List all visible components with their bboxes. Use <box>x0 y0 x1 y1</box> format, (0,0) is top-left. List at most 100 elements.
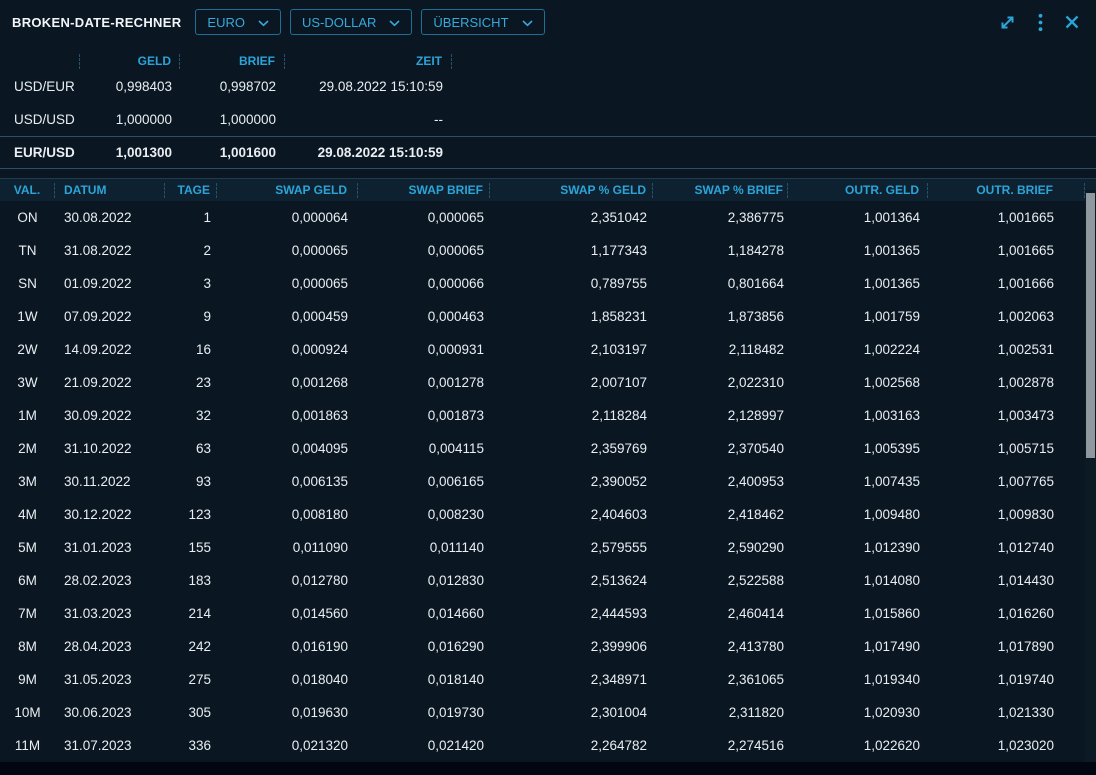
swap-pct-geld-cell: 2,351042 <box>490 210 653 225</box>
outr-geld-cell: 1,001365 <box>788 243 928 258</box>
table-row[interactable]: 6M 28.02.2023 183 0,012780 0,012830 2,51… <box>0 564 1096 597</box>
tage-cell: 336 <box>165 738 217 753</box>
swap-geld-cell: 0,012780 <box>217 573 358 588</box>
outr-brief-cell: 1,023020 <box>928 738 1085 753</box>
table-row[interactable]: 2M 31.10.2022 63 0,004095 0,004115 2,359… <box>0 432 1096 465</box>
swap-brief-cell: 0,019730 <box>358 705 490 720</box>
header-outr-brief: OUTR. BRIEF <box>928 183 1085 198</box>
table-row[interactable]: SN 01.09.2022 3 0,000065 0,000066 0,7897… <box>0 267 1096 300</box>
swap-pct-geld-cell: 2,348971 <box>490 672 653 687</box>
rates-table: GELD BRIEF ZEIT USD/EUR 0,998403 0,99870… <box>0 52 1096 169</box>
table-row[interactable]: 5M 31.01.2023 155 0,011090 0,011140 2,57… <box>0 531 1096 564</box>
zeit-cell: 29.08.2022 15:10:59 <box>285 145 452 160</box>
swap-geld-cell: 0,006135 <box>217 474 358 489</box>
outr-brief-cell: 1,014430 <box>928 573 1085 588</box>
val-cell: 7M <box>0 606 55 621</box>
swap-pct-geld-cell: 2,007107 <box>490 375 653 390</box>
header-swap-pct-geld: SWAP % GELD <box>490 183 653 198</box>
swap-pct-geld-cell: 2,579555 <box>490 540 653 555</box>
table-row[interactable]: TN 31.08.2022 2 0,000065 0,000065 1,1773… <box>0 234 1096 267</box>
outr-geld-cell: 1,015860 <box>788 606 928 621</box>
swap-brief-cell: 0,001873 <box>358 408 490 423</box>
tage-cell: 63 <box>165 441 217 456</box>
rates-row[interactable]: USD/EUR 0,998403 0,998702 29.08.2022 15:… <box>0 70 1096 103</box>
outr-brief-cell: 1,002063 <box>928 309 1085 324</box>
swap-pct-geld-cell: 2,399906 <box>490 639 653 654</box>
swap-brief-cell: 0,008230 <box>358 507 490 522</box>
table-row[interactable]: 11M 31.07.2023 336 0,021320 0,021420 2,2… <box>0 729 1096 762</box>
val-cell: 8M <box>0 639 55 654</box>
table-row[interactable]: 8M 28.04.2023 242 0,016190 0,016290 2,39… <box>0 630 1096 663</box>
swap-brief-cell: 0,012830 <box>358 573 490 588</box>
swap-geld-cell: 0,004095 <box>217 441 358 456</box>
swap-pct-geld-cell: 2,118284 <box>490 408 653 423</box>
tage-cell: 9 <box>165 309 217 324</box>
datum-cell: 01.09.2022 <box>55 276 165 291</box>
swap-pct-brief-cell: 2,118482 <box>653 342 788 357</box>
swap-brief-cell: 0,000065 <box>358 243 490 258</box>
rates-row[interactable]: USD/USD 1,000000 1,000000 -- <box>0 103 1096 136</box>
outr-brief-cell: 1,016260 <box>928 606 1085 621</box>
swap-pct-brief-cell: 2,370540 <box>653 441 788 456</box>
dropdown-group: EURO US-DOLLAR ÜBERSICHT <box>195 9 544 35</box>
val-cell: 1W <box>0 309 55 324</box>
table-row[interactable]: 4M 30.12.2022 123 0,008180 0,008230 2,40… <box>0 498 1096 531</box>
swap-pct-brief-cell: 2,418462 <box>653 507 788 522</box>
tage-cell: 93 <box>165 474 217 489</box>
swap-geld-cell: 0,000459 <box>217 309 358 324</box>
header-swap-pct-brief: SWAP % BRIEF <box>653 183 788 198</box>
outr-geld-cell: 1,017490 <box>788 639 928 654</box>
outr-brief-cell: 1,009830 <box>928 507 1085 522</box>
scrollbar-thumb[interactable] <box>1086 193 1095 458</box>
outr-geld-cell: 1,014080 <box>788 573 928 588</box>
rates-header-zeit: ZEIT <box>285 54 452 69</box>
currency-dropdown-usdollar[interactable]: US-DOLLAR <box>290 9 412 35</box>
currency-dropdown-euro[interactable]: EURO <box>195 9 281 35</box>
tage-cell: 242 <box>165 639 217 654</box>
table-row[interactable]: 10M 30.06.2023 305 0,019630 0,019730 2,3… <box>0 696 1096 729</box>
outr-brief-cell: 1,007765 <box>928 474 1085 489</box>
maximize-icon[interactable] <box>998 13 1017 32</box>
outr-brief-cell: 1,001666 <box>928 276 1085 291</box>
header-swap-geld: SWAP GELD <box>217 183 358 198</box>
outr-brief-cell: 1,019740 <box>928 672 1085 687</box>
rates-row[interactable]: EUR/USD 1,001300 1,001600 29.08.2022 15:… <box>0 136 1096 169</box>
swap-pct-geld-cell: 2,444593 <box>490 606 653 621</box>
swap-geld-cell: 0,016190 <box>217 639 358 654</box>
swap-brief-cell: 0,001278 <box>358 375 490 390</box>
view-dropdown-uebersicht[interactable]: ÜBERSICHT <box>421 9 544 35</box>
table-row[interactable]: 7M 31.03.2023 214 0,014560 0,014660 2,44… <box>0 597 1096 630</box>
swap-geld-cell: 0,000924 <box>217 342 358 357</box>
tage-cell: 23 <box>165 375 217 390</box>
rates-table-body: USD/EUR 0,998403 0,998702 29.08.2022 15:… <box>0 70 1096 169</box>
val-cell: 6M <box>0 573 55 588</box>
outr-brief-cell: 1,001665 <box>928 243 1085 258</box>
tage-cell: 16 <box>165 342 217 357</box>
swap-pct-geld-cell: 2,390052 <box>490 474 653 489</box>
table-row[interactable]: ON 30.08.2022 1 0,000064 0,000065 2,3510… <box>0 201 1096 234</box>
datum-cell: 31.10.2022 <box>55 441 165 456</box>
swap-brief-cell: 0,016290 <box>358 639 490 654</box>
datum-cell: 14.09.2022 <box>55 342 165 357</box>
table-row[interactable]: 3M 30.11.2022 93 0,006135 0,006165 2,390… <box>0 465 1096 498</box>
rates-header-geld: GELD <box>80 54 180 69</box>
outr-geld-cell: 1,003163 <box>788 408 928 423</box>
val-cell: 2W <box>0 342 55 357</box>
dropdown-label: ÜBERSICHT <box>433 15 508 30</box>
table-row[interactable]: 2W 14.09.2022 16 0,000924 0,000931 2,103… <box>0 333 1096 366</box>
dropdown-label: US-DOLLAR <box>302 15 376 30</box>
menu-kebab-icon[interactable] <box>1038 13 1043 32</box>
swap-brief-cell: 0,000931 <box>358 342 490 357</box>
table-row[interactable]: 9M 31.05.2023 275 0,018040 0,018140 2,34… <box>0 663 1096 696</box>
close-icon[interactable] <box>1064 14 1080 30</box>
table-row[interactable]: 3W 21.09.2022 23 0,001268 0,001278 2,007… <box>0 366 1096 399</box>
swap-brief-cell: 0,000463 <box>358 309 490 324</box>
vertical-scrollbar[interactable] <box>1085 190 1096 762</box>
swap-geld-cell: 0,000065 <box>217 243 358 258</box>
outr-geld-cell: 1,022620 <box>788 738 928 753</box>
swap-geld-cell: 0,001863 <box>217 408 358 423</box>
table-row[interactable]: 1W 07.09.2022 9 0,000459 0,000463 1,8582… <box>0 300 1096 333</box>
table-row[interactable]: 1M 30.09.2022 32 0,001863 0,001873 2,118… <box>0 399 1096 432</box>
swap-pct-geld-cell: 2,264782 <box>490 738 653 753</box>
chevron-down-icon <box>389 15 400 30</box>
